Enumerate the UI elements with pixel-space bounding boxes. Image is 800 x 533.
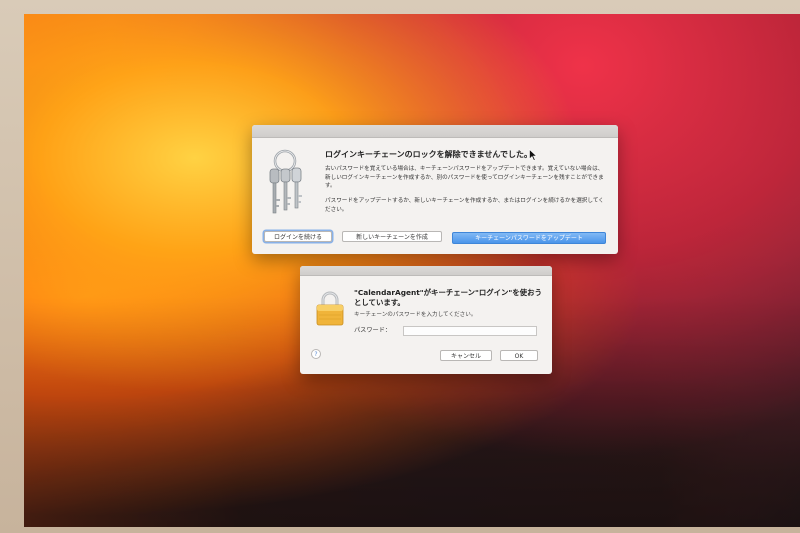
dialog-titlebar bbox=[300, 266, 552, 276]
password-label: パスワード： bbox=[354, 327, 392, 334]
keychain-dialog-instruction: パスワードをアップデートするか、新しいキーチェーンを作成するか、またはログインを… bbox=[325, 198, 604, 213]
cursor-arrow-icon bbox=[529, 149, 537, 161]
password-dialog-title: "CalendarAgent"がキーチェーン"ログイン"を使おうとしています。 bbox=[354, 288, 542, 307]
keychain-dialog-message: 古いパスワードを覚えている場合は、キーチェーンパスワードをアップデートできます。… bbox=[325, 166, 604, 190]
continue-login-button[interactable]: ログインを続ける bbox=[264, 231, 332, 242]
keychain-dialog-title: ログインキーチェーンのロックを解除できませんでした。 bbox=[325, 150, 532, 159]
keys-icon bbox=[269, 149, 302, 214]
update-keychain-password-button[interactable]: キーチェーンパスワードをアップデート bbox=[452, 232, 606, 244]
dialog-titlebar bbox=[252, 125, 618, 138]
password-field[interactable] bbox=[403, 326, 537, 336]
create-new-keychain-button[interactable]: 新しいキーチェーンを作成 bbox=[342, 231, 442, 242]
help-icon[interactable]: ? bbox=[311, 349, 321, 359]
password-dialog-subtitle: キーチェーンのパスワードを入力してください。 bbox=[354, 312, 477, 318]
cancel-button[interactable]: キャンセル bbox=[440, 350, 492, 361]
lock-icon bbox=[316, 291, 344, 326]
ok-button[interactable]: OK bbox=[500, 350, 538, 361]
